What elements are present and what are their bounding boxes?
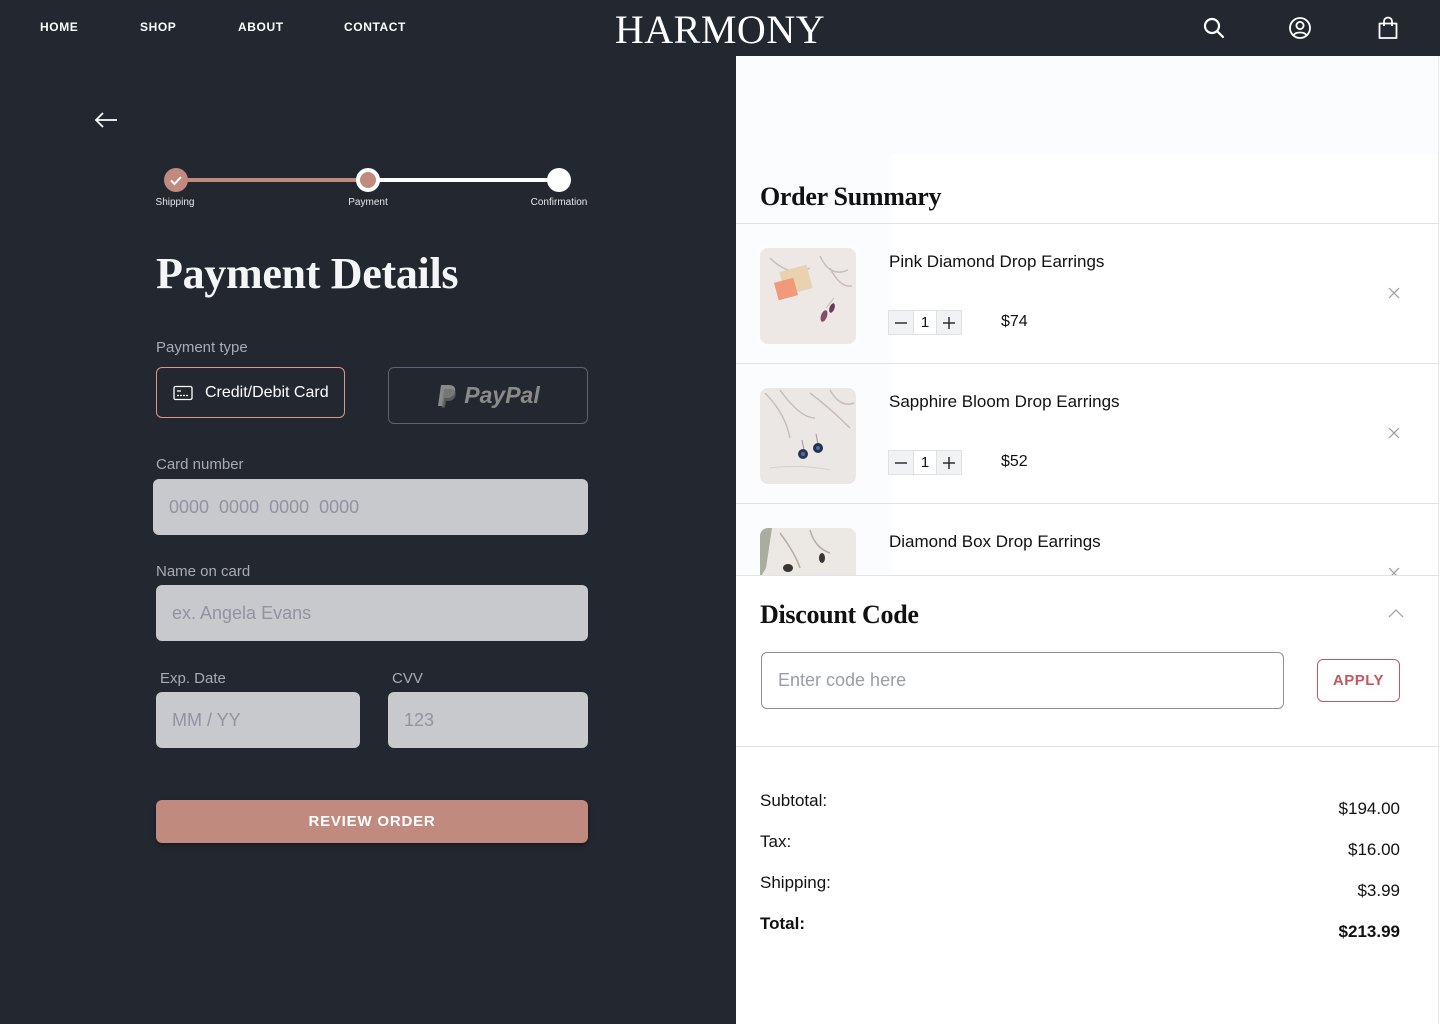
search-icon[interactable]: [1200, 14, 1228, 42]
plus-icon: [943, 456, 955, 469]
chevron-up-icon[interactable]: [1387, 606, 1405, 618]
divider: [736, 746, 1439, 747]
cart-item: Pink Diamond Drop Earrings 1 $74: [736, 224, 1439, 364]
card-number-label: Card number: [156, 456, 244, 473]
plus-icon: [943, 316, 955, 329]
brand-logo[interactable]: HARMONY: [615, 7, 825, 52]
increase-qty-button[interactable]: [937, 311, 961, 334]
step-confirmation-dot: [547, 168, 571, 192]
order-summary-panel: Order Summary Pink Diamond Drop Earrings…: [736, 56, 1440, 1024]
product-image-pink-diamond[interactable]: [760, 248, 856, 344]
quantity-stepper: 1: [888, 450, 962, 475]
product-image-sapphire-bloom[interactable]: [760, 388, 856, 484]
item-name: Diamond Box Drop Earrings: [889, 532, 1101, 551]
top-navigation: HOME SHOP ABOUT CONTACT HARMONY: [0, 0, 1440, 56]
payment-option-card[interactable]: Credit/Debit Card: [156, 367, 345, 418]
nav-contact[interactable]: CONTACT: [344, 20, 406, 34]
step-confirmation-label: Confirmation: [530, 197, 588, 208]
payment-type-label: Payment type: [156, 339, 248, 356]
item-price: $74: [1001, 313, 1028, 330]
minus-icon: [895, 461, 907, 464]
card-number-input[interactable]: [153, 479, 588, 535]
cvv-label: CVV: [392, 670, 423, 687]
remove-item-icon[interactable]: [1386, 285, 1402, 301]
summary-top-band: [736, 56, 1440, 154]
step-shipping-dot[interactable]: [164, 168, 188, 192]
cart-item: Sapphire Bloom Drop Earrings 1 $52: [736, 364, 1439, 504]
name-on-card-input[interactable]: [156, 585, 588, 641]
minus-icon: [895, 321, 907, 324]
shopping-bag-icon[interactable]: [1374, 14, 1402, 42]
discount-code-title: Discount Code: [760, 600, 919, 629]
cart-item: Diamond Box Drop Earrings: [736, 504, 1439, 575]
step-shipping-label: Shipping: [155, 197, 195, 208]
quantity-value[interactable]: 1: [913, 451, 937, 474]
nav-shop[interactable]: SHOP: [140, 20, 176, 34]
total-value: $213.99: [1338, 922, 1400, 941]
paypal-logo-icon: [438, 384, 457, 407]
item-price: $52: [1001, 453, 1028, 470]
credit-card-icon: [173, 385, 193, 400]
arrow-left-icon[interactable]: [92, 108, 120, 132]
nav-home[interactable]: HOME: [40, 20, 78, 34]
cart-items-list[interactable]: Pink Diamond Drop Earrings 1 $74 Sapphir…: [736, 224, 1439, 575]
account-icon[interactable]: [1286, 14, 1314, 42]
subtotal-value: $194.00: [1338, 799, 1400, 818]
checkout-progress-stepper: Shipping Payment Confirmation: [150, 165, 600, 215]
decrease-qty-button[interactable]: [889, 451, 913, 474]
remove-item-icon[interactable]: [1386, 565, 1402, 575]
nav-about[interactable]: ABOUT: [238, 20, 284, 34]
total-label: Total:: [760, 914, 806, 933]
progress-line-upcoming: [368, 178, 560, 182]
item-name: Sapphire Bloom Drop Earrings: [889, 392, 1120, 411]
cvv-input[interactable]: [388, 692, 588, 748]
step-payment-dot[interactable]: [356, 168, 380, 192]
item-name: Pink Diamond Drop Earrings: [889, 252, 1105, 271]
exp-date-input[interactable]: [156, 692, 360, 748]
tax-value: $16.00: [1348, 840, 1400, 859]
subtotal-label: Subtotal:: [760, 791, 828, 810]
shipping-label: Shipping:: [760, 873, 831, 892]
payment-option-paypal-label: PayPal: [464, 382, 540, 408]
tax-label: Tax:: [760, 832, 792, 851]
page-title: Payment Details: [156, 249, 459, 298]
order-summary-title: Order Summary: [760, 182, 942, 211]
divider: [736, 575, 1439, 576]
discount-code-input[interactable]: [761, 652, 1284, 709]
name-on-card-label: Name on card: [156, 563, 251, 580]
quantity-value[interactable]: 1: [913, 311, 937, 334]
shipping-value: $3.99: [1357, 881, 1400, 900]
remove-item-icon[interactable]: [1386, 425, 1402, 441]
checkmark-icon: [170, 176, 182, 186]
exp-date-label: Exp. Date: [160, 670, 226, 687]
increase-qty-button[interactable]: [937, 451, 961, 474]
progress-line-complete: [176, 178, 368, 182]
payment-option-card-label: Credit/Debit Card: [205, 383, 329, 401]
decrease-qty-button[interactable]: [889, 311, 913, 334]
quantity-stepper: 1: [888, 310, 962, 335]
apply-discount-button[interactable]: APPLY: [1317, 659, 1400, 702]
step-payment-label: Payment: [348, 197, 388, 208]
payment-option-paypal[interactable]: PayPal: [388, 367, 588, 424]
product-image-diamond-box[interactable]: [760, 528, 856, 575]
review-order-button[interactable]: REVIEW ORDER: [156, 800, 588, 843]
